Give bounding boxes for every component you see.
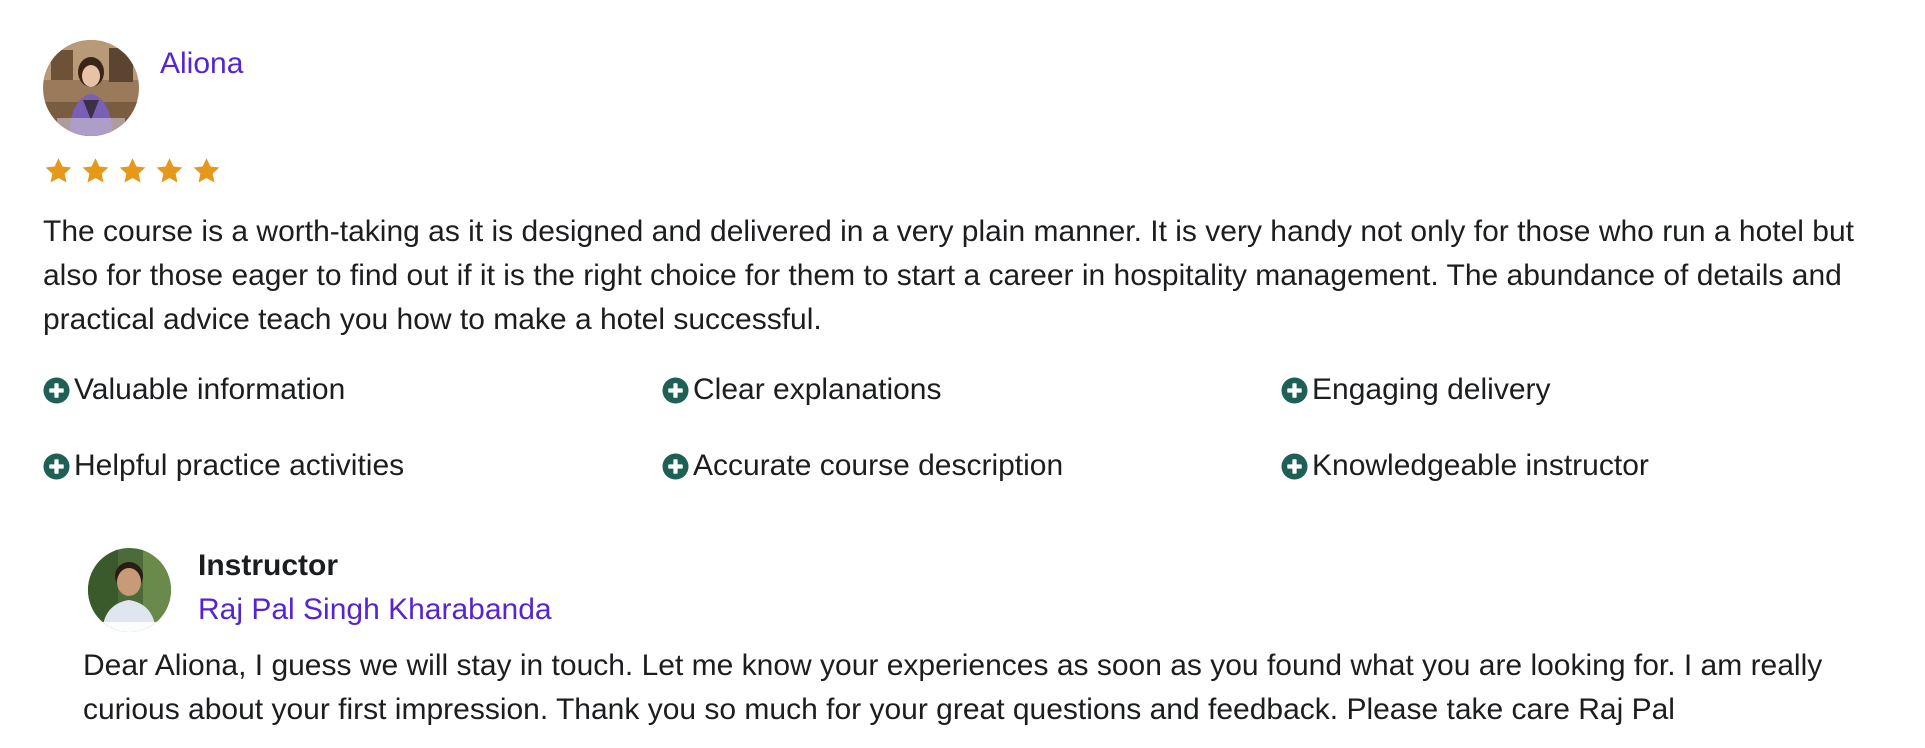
plus-circle-icon — [1281, 452, 1308, 480]
tag-item: Accurate course description — [662, 448, 1281, 484]
reviewer-header: Aliona — [43, 40, 1903, 136]
reviewer-name-link[interactable]: Aliona — [160, 46, 243, 82]
response-header: Instructor Raj Pal Singh Kharabanda — [83, 548, 1913, 632]
tag-item: Helpful practice activities — [43, 448, 662, 484]
tag-item: Knowledgeable instructor — [1281, 448, 1881, 484]
review-card: Aliona The course is a worth-taking as i… — [43, 40, 1903, 484]
plus-circle-icon — [43, 452, 70, 480]
tag-item: Clear explanations — [662, 372, 1281, 408]
tag-item: Valuable information — [43, 372, 662, 408]
star-rating — [43, 156, 1903, 186]
instructor-name-link[interactable]: Raj Pal Singh Kharabanda — [198, 592, 552, 628]
plus-circle-icon — [662, 376, 689, 404]
instructor-label: Instructor — [198, 549, 339, 582]
star-icon — [82, 158, 109, 183]
instructor-meta: Instructor Raj Pal Singh Kharabanda — [198, 548, 552, 628]
star-icon — [156, 158, 183, 183]
plus-circle-icon — [662, 452, 689, 480]
tag-label: Helpful practice activities — [74, 449, 405, 482]
review-text: The course is a worth-taking as it is de… — [43, 215, 1855, 336]
tag-label: Knowledgeable instructor — [1312, 449, 1649, 482]
tag-label: Valuable information — [74, 373, 346, 406]
reviewer-avatar — [43, 40, 139, 136]
star-icon — [45, 158, 72, 183]
tag-label: Clear explanations — [693, 373, 942, 406]
tag-label: Accurate course description — [693, 449, 1064, 482]
tag-label: Engaging delivery — [1312, 373, 1551, 406]
response-text: Dear Aliona, I guess we will stay in tou… — [83, 649, 1823, 726]
review-tags: Valuable information Clear explanations … — [43, 372, 1903, 484]
tag-item: Engaging delivery — [1281, 372, 1881, 408]
instructor-response: Instructor Raj Pal Singh Kharabanda Dear… — [83, 548, 1913, 732]
plus-circle-icon — [1281, 376, 1308, 404]
instructor-avatar — [88, 548, 171, 632]
plus-circle-icon — [43, 376, 70, 404]
star-icon — [193, 158, 220, 183]
star-icon — [119, 158, 146, 183]
